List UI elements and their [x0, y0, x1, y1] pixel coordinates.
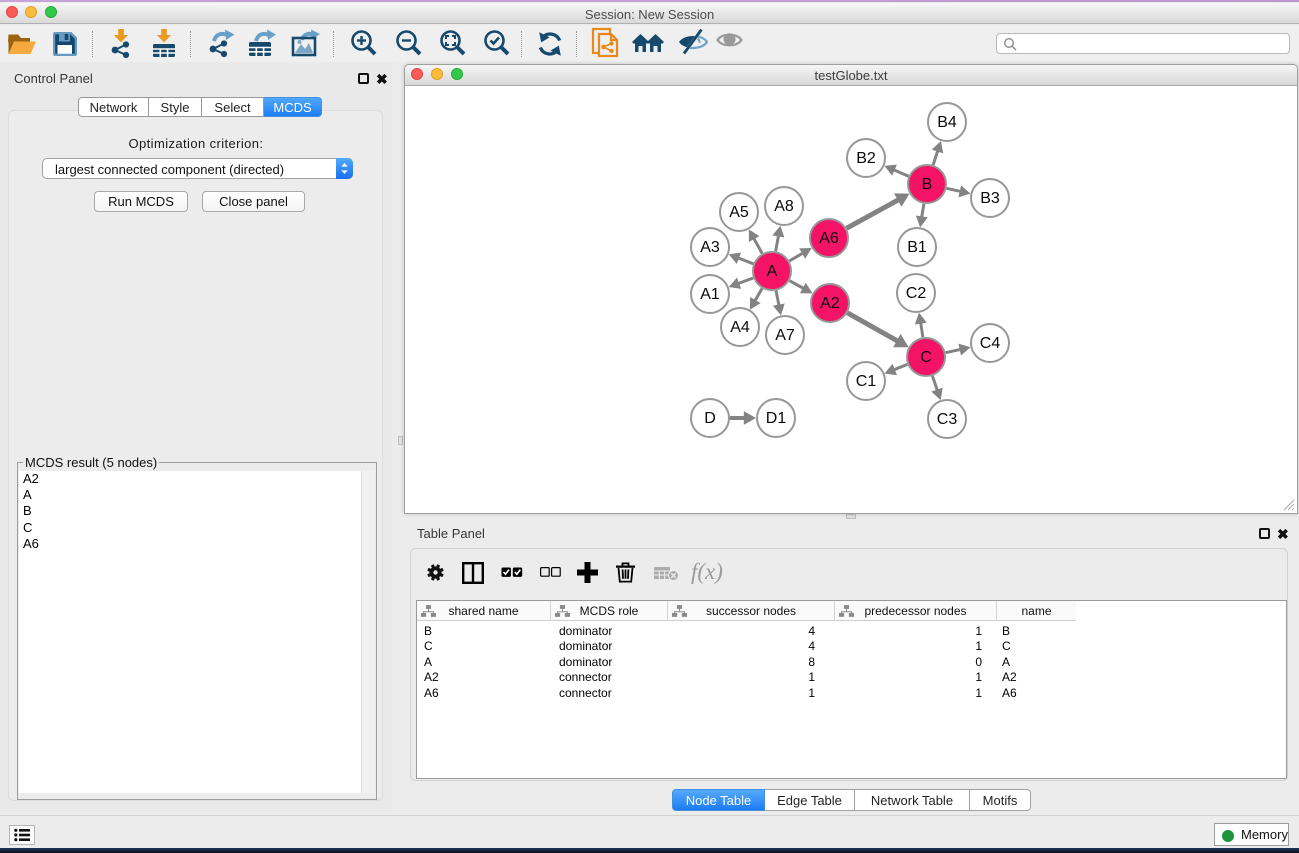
- svg-text:A8: A8: [774, 198, 794, 215]
- svg-text:B: B: [922, 176, 933, 193]
- svg-text:C2: C2: [906, 285, 927, 302]
- svg-text:A2: A2: [820, 295, 840, 312]
- svg-text:A7: A7: [775, 327, 795, 344]
- svg-text:C1: C1: [856, 373, 877, 390]
- svg-text:B2: B2: [856, 150, 876, 167]
- svg-text:A1: A1: [700, 286, 720, 303]
- svg-text:D1: D1: [766, 410, 787, 427]
- svg-text:C3: C3: [937, 411, 958, 428]
- svg-text:A: A: [767, 263, 778, 280]
- svg-text:A4: A4: [730, 319, 750, 336]
- svg-text:A3: A3: [700, 239, 720, 256]
- svg-text:C4: C4: [980, 335, 1001, 352]
- svg-text:C: C: [920, 349, 932, 366]
- svg-text:B4: B4: [937, 114, 957, 131]
- svg-text:B1: B1: [907, 239, 927, 256]
- svg-text:D: D: [704, 410, 716, 427]
- svg-text:B3: B3: [980, 190, 1000, 207]
- svg-text:A5: A5: [729, 204, 749, 221]
- svg-text:A6: A6: [819, 230, 839, 247]
